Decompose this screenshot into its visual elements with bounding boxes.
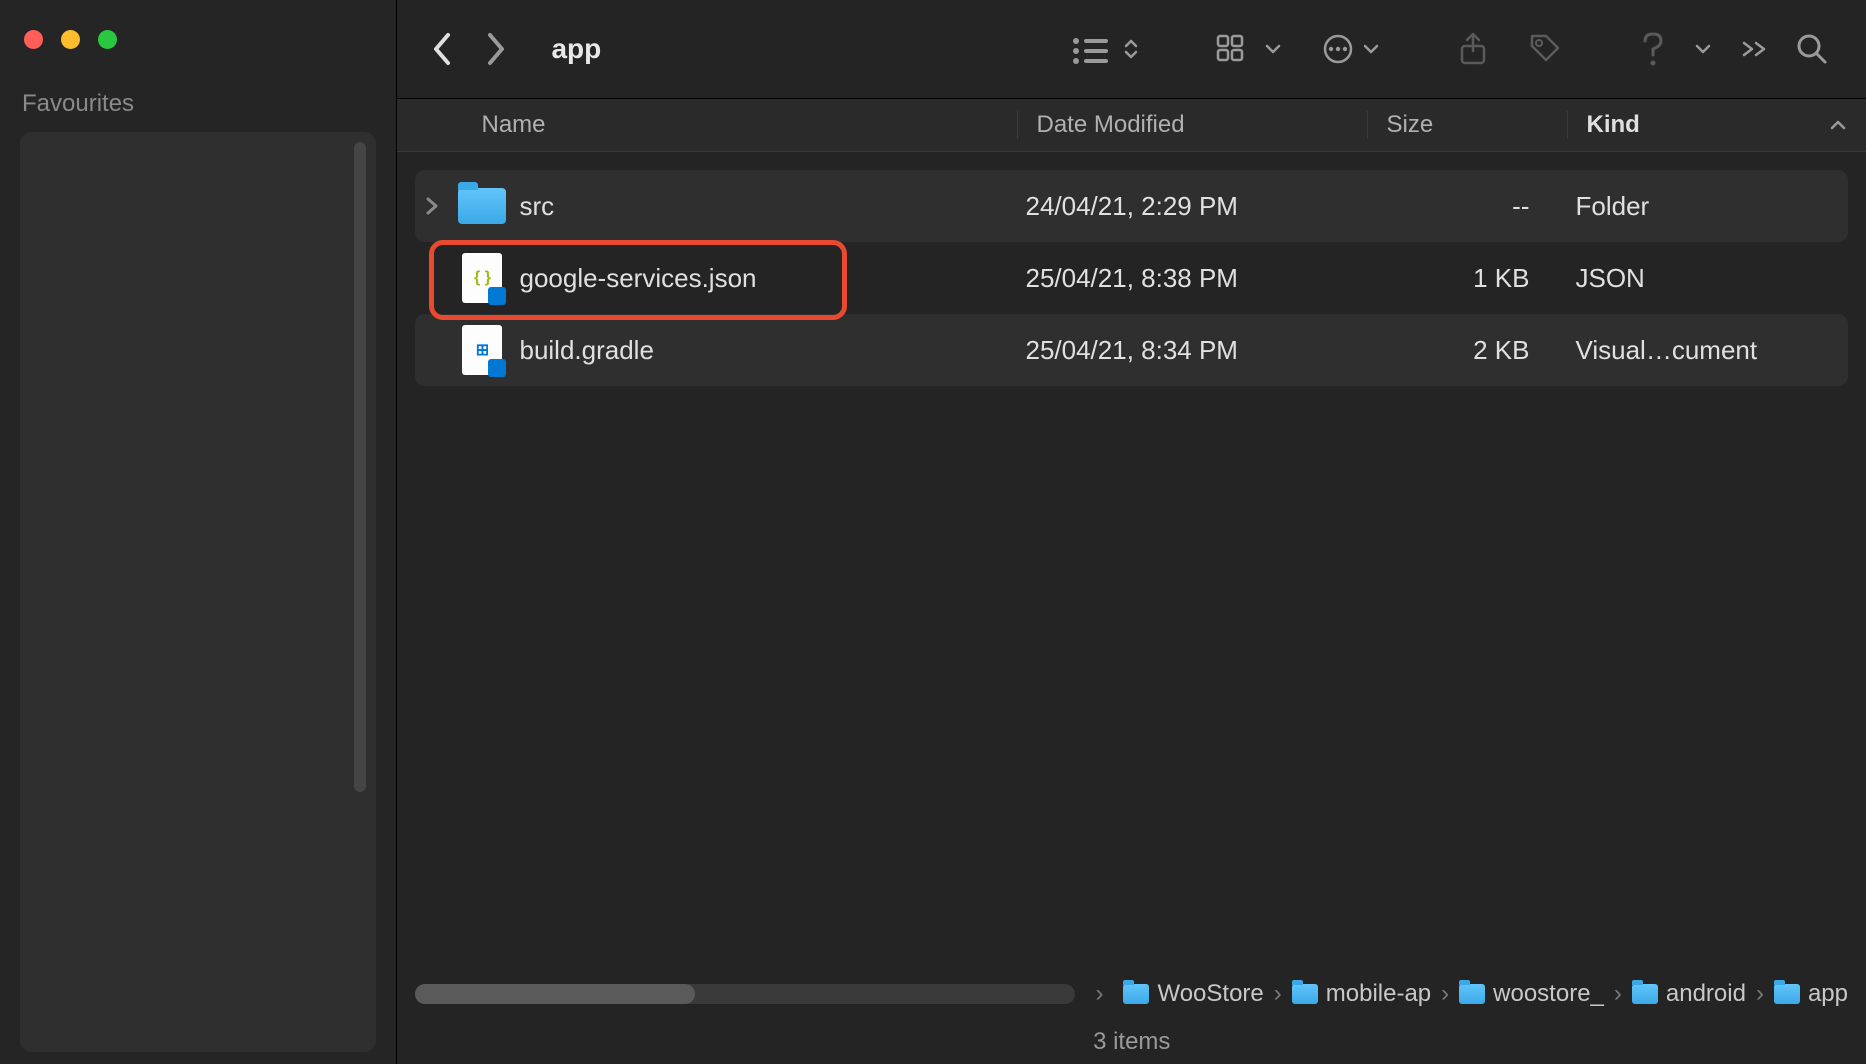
file-row-folder[interactable]: src 24/04/21, 2:29 PM -- Folder [415, 170, 1848, 242]
column-kind[interactable]: Kind [1567, 111, 1866, 139]
sidebar: Favourites [0, 0, 397, 1064]
overflow-icon[interactable] [1740, 39, 1768, 59]
file-size: 1 KB [1367, 263, 1567, 294]
back-button[interactable] [425, 33, 457, 65]
help-icon[interactable] [1640, 31, 1666, 67]
path-separator-icon: › [1274, 980, 1282, 1008]
sidebar-section-favourites: Favourites [0, 90, 396, 118]
empty-row [415, 962, 1848, 964]
close-button[interactable] [24, 30, 43, 49]
minimize-button[interactable] [61, 30, 80, 49]
json-file-icon: { } [457, 253, 507, 303]
folder-icon [457, 181, 507, 231]
folder-icon [1292, 984, 1318, 1004]
empty-row [415, 602, 1848, 674]
group-icon[interactable] [1216, 34, 1282, 64]
window-controls [24, 30, 117, 49]
file-name: build.gradle [519, 335, 653, 366]
path-seg-app[interactable]: app [1774, 980, 1848, 1008]
file-kind: Visual…cument [1567, 335, 1848, 366]
folder-icon [1459, 984, 1485, 1004]
empty-row [415, 890, 1848, 962]
file-date: 24/04/21, 2:29 PM [1017, 191, 1367, 222]
path-segments: WooStore › mobile-ap › woostore_ › andro… [1123, 980, 1848, 1008]
search-icon[interactable] [1796, 33, 1828, 65]
action-menu-icon[interactable] [1322, 33, 1380, 65]
folder-icon [1632, 984, 1658, 1004]
path-bar: › WooStore › mobile-ap › woostore_ › and… [397, 964, 1866, 1024]
file-kind: JSON [1567, 263, 1848, 294]
path-separator-icon: › [1614, 980, 1622, 1008]
file-list: src 24/04/21, 2:29 PM -- Folder { } goog… [397, 152, 1866, 964]
path-separator-icon: › [1441, 980, 1449, 1008]
empty-row [415, 386, 1848, 458]
path-seg-woostore[interactable]: WooStore [1123, 980, 1263, 1008]
file-row-gradle[interactable]: ⊞ build.gradle 25/04/21, 8:34 PM 2 KB Vi… [415, 314, 1848, 386]
column-size[interactable]: Size [1367, 111, 1567, 139]
sidebar-list-panel[interactable] [20, 132, 376, 1052]
path-seg-woostore2[interactable]: woostore_ [1459, 980, 1604, 1008]
sidebar-favourites-label: Favourites [22, 90, 374, 118]
column-kind-label: Kind [1586, 111, 1639, 139]
sort-caret-icon [1830, 120, 1846, 130]
empty-row [415, 818, 1848, 890]
share-icon[interactable] [1458, 31, 1488, 67]
toolbar-right-group [1640, 31, 1828, 67]
file-size: -- [1367, 191, 1567, 222]
disclosure-icon[interactable] [425, 197, 445, 215]
column-name[interactable]: Name [397, 111, 1017, 139]
toolbar: app [397, 0, 1866, 98]
gradle-file-icon: ⊞ [457, 325, 507, 375]
horizontal-scrollbar[interactable] [415, 984, 1075, 1004]
file-kind: Folder [1567, 191, 1848, 222]
empty-row [415, 458, 1848, 530]
nav-buttons [425, 33, 513, 65]
column-headers: Name Date Modified Size Kind [397, 98, 1866, 152]
scrollbar-thumb[interactable] [415, 984, 695, 1004]
folder-icon [1123, 984, 1149, 1004]
dropdown-caret-icon[interactable] [1694, 43, 1712, 55]
forward-button[interactable] [481, 33, 513, 65]
tag-icon[interactable] [1528, 32, 1562, 66]
path-separator-icon: › [1095, 980, 1103, 1008]
view-list-icon[interactable] [1070, 33, 1138, 65]
file-row-json[interactable]: { } google-services.json 25/04/21, 8:38 … [415, 242, 1848, 314]
file-size: 2 KB [1367, 335, 1567, 366]
path-seg-mobileapp[interactable]: mobile-ap [1292, 980, 1431, 1008]
file-name: src [519, 191, 554, 222]
empty-row [415, 674, 1848, 746]
empty-row [415, 530, 1848, 602]
folder-icon [1774, 984, 1800, 1004]
zoom-button[interactable] [98, 30, 117, 49]
sidebar-scrollbar[interactable] [354, 142, 366, 792]
status-line: 3 items [397, 1024, 1866, 1064]
file-name: google-services.json [519, 263, 756, 294]
main-panel: app [397, 0, 1866, 1064]
path-separator-icon: › [1756, 980, 1764, 1008]
toolbar-group-options [1216, 33, 1380, 65]
window-title: app [551, 33, 601, 65]
file-date: 25/04/21, 8:38 PM [1017, 263, 1367, 294]
toolbar-share-group [1458, 31, 1562, 67]
file-date: 25/04/21, 8:34 PM [1017, 335, 1367, 366]
column-date[interactable]: Date Modified [1017, 111, 1367, 139]
toolbar-view-group [1070, 33, 1138, 65]
path-seg-android[interactable]: android [1632, 980, 1746, 1008]
empty-row [415, 746, 1848, 818]
finder-window: Favourites app [0, 0, 1866, 1064]
